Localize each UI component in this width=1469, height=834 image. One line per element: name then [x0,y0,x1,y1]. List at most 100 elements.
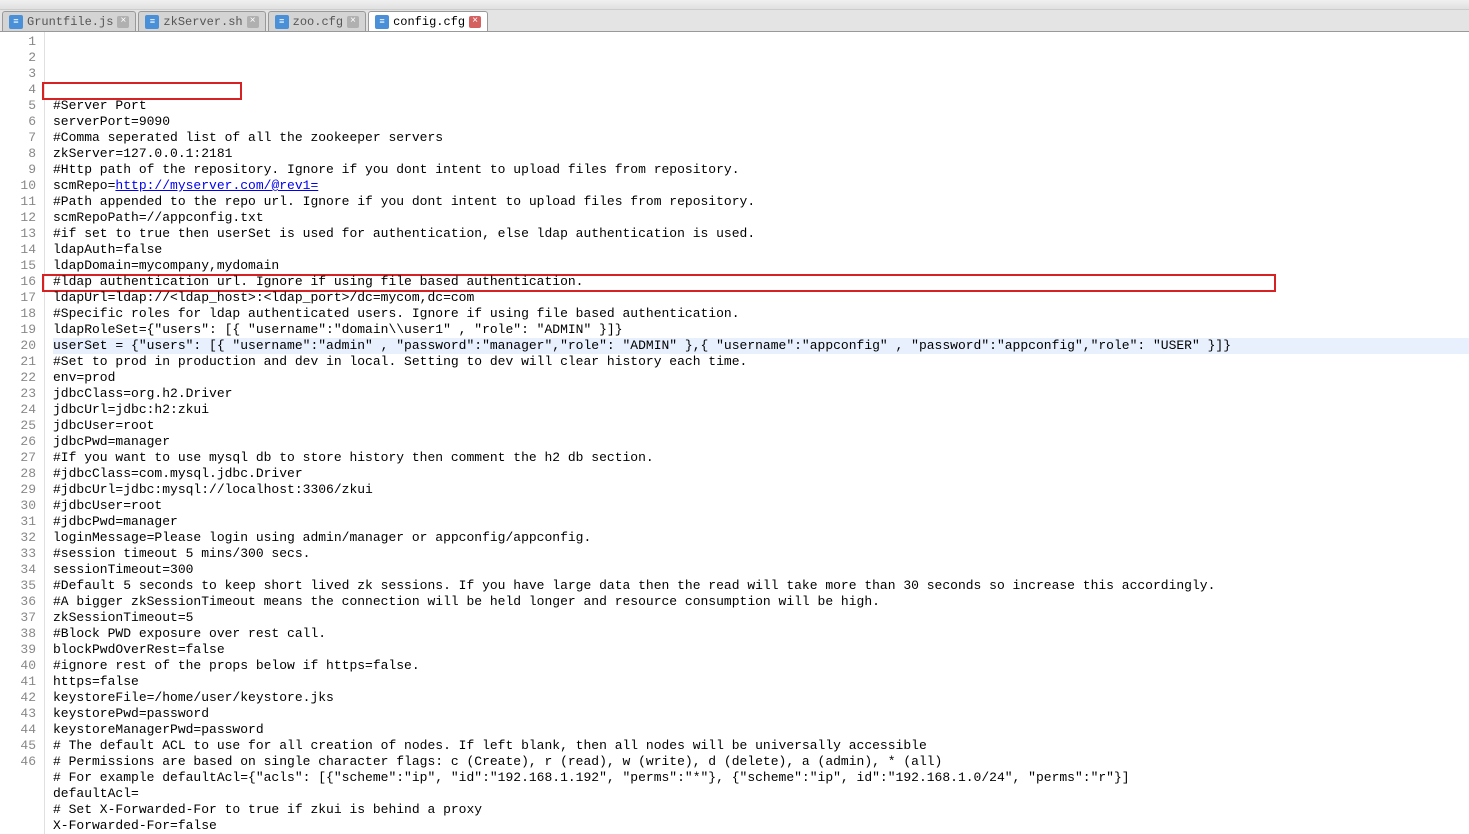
code-line[interactable]: https=false [53,674,1469,690]
line-number: 30 [0,498,36,514]
line-number: 46 [0,754,36,770]
toolbar [0,0,1469,10]
tab-zoo[interactable]: ≡ zoo.cfg × [268,11,366,31]
line-number-gutter: 1234567891011121314151617181920212223242… [0,32,45,834]
code-line[interactable]: ldapAuth=false [53,242,1469,258]
code-line[interactable]: jdbcClass=org.h2.Driver [53,386,1469,402]
code-line[interactable]: loginMessage=Please login using admin/ma… [53,530,1469,546]
close-icon[interactable]: × [247,16,259,28]
code-line[interactable]: userSet = {"users": [{ "username":"admin… [53,338,1469,354]
line-number: 18 [0,306,36,322]
code-line[interactable]: #jdbcPwd=manager [53,514,1469,530]
code-line[interactable]: X-Forwarded-For=false [53,818,1469,834]
tab-gruntfile[interactable]: ≡ Gruntfile.js × [2,11,136,31]
code-line[interactable]: #Path appended to the repo url. Ignore i… [53,194,1469,210]
line-number: 12 [0,210,36,226]
code-line[interactable]: jdbcUser=root [53,418,1469,434]
line-number: 23 [0,386,36,402]
line-number: 39 [0,642,36,658]
code-area[interactable]: #Server PortserverPort=9090#Comma sepera… [45,32,1469,834]
code-line[interactable]: #jdbcUrl=jdbc:mysql://localhost:3306/zku… [53,482,1469,498]
line-number: 15 [0,258,36,274]
line-number: 33 [0,546,36,562]
code-line[interactable]: #ignore rest of the props below if https… [53,658,1469,674]
line-number: 11 [0,194,36,210]
code-line[interactable]: #jdbcClass=com.mysql.jdbc.Driver [53,466,1469,482]
line-number: 28 [0,466,36,482]
line-number: 43 [0,706,36,722]
line-number: 16 [0,274,36,290]
code-line[interactable]: #ldap authentication url. Ignore if usin… [53,274,1469,290]
code-line[interactable]: #Default 5 seconds to keep short lived z… [53,578,1469,594]
close-icon[interactable]: × [117,16,129,28]
code-line[interactable]: #Set to prod in production and dev in lo… [53,354,1469,370]
code-line[interactable]: #Specific roles for ldap authenticated u… [53,306,1469,322]
code-line[interactable]: jdbcUrl=jdbc:h2:zkui [53,402,1469,418]
code-line[interactable]: #Comma seperated list of all the zookeep… [53,130,1469,146]
line-number: 31 [0,514,36,530]
file-icon: ≡ [275,15,289,29]
code-line[interactable]: jdbcPwd=manager [53,434,1469,450]
line-number: 35 [0,578,36,594]
code-line[interactable]: #if set to true then userSet is used for… [53,226,1469,242]
file-icon: ≡ [375,15,389,29]
code-line[interactable]: ldapRoleSet={"users": [{ "username":"dom… [53,322,1469,338]
code-line[interactable]: zkServer=127.0.0.1:2181 [53,146,1469,162]
code-line[interactable]: # The default ACL to use for all creatio… [53,738,1469,754]
line-number: 8 [0,146,36,162]
line-number: 25 [0,418,36,434]
code-line[interactable]: #If you want to use mysql db to store hi… [53,450,1469,466]
file-icon: ≡ [145,15,159,29]
tab-config[interactable]: ≡ config.cfg × [368,11,488,31]
editor-area: 1234567891011121314151617181920212223242… [0,32,1469,834]
line-number: 40 [0,658,36,674]
line-number: 1 [0,34,36,50]
line-number: 21 [0,354,36,370]
code-line[interactable]: #A bigger zkSessionTimeout means the con… [53,594,1469,610]
line-number: 24 [0,402,36,418]
line-number: 32 [0,530,36,546]
line-number: 26 [0,434,36,450]
line-number: 9 [0,162,36,178]
code-line[interactable]: zkSessionTimeout=5 [53,610,1469,626]
code-line[interactable]: scmRepoPath=//appconfig.txt [53,210,1469,226]
line-number: 29 [0,482,36,498]
line-number: 3 [0,66,36,82]
file-icon: ≡ [9,15,23,29]
line-number: 34 [0,562,36,578]
line-number: 27 [0,450,36,466]
tab-label: zoo.cfg [293,15,343,29]
tab-bar: ≡ Gruntfile.js × ≡ zkServer.sh × ≡ zoo.c… [0,10,1469,32]
code-line[interactable]: # Permissions are based on single charac… [53,754,1469,770]
code-line[interactable]: sessionTimeout=300 [53,562,1469,578]
tab-zkserver[interactable]: ≡ zkServer.sh × [138,11,265,31]
code-line[interactable]: # Set X-Forwarded-For to true if zkui is… [53,802,1469,818]
line-number: 13 [0,226,36,242]
code-line[interactable]: ldapUrl=ldap://<ldap_host>:<ldap_port>/d… [53,290,1469,306]
code-line[interactable]: #session timeout 5 mins/300 secs. [53,546,1469,562]
code-line[interactable]: env=prod [53,370,1469,386]
line-number: 36 [0,594,36,610]
code-line[interactable]: ldapDomain=mycompany,mydomain [53,258,1469,274]
code-line[interactable]: serverPort=9090 [53,114,1469,130]
line-number: 7 [0,130,36,146]
line-number: 20 [0,338,36,354]
line-number: 4 [0,82,36,98]
code-line[interactable]: #Server Port [53,98,1469,114]
code-line[interactable]: #Http path of the repository. Ignore if … [53,162,1469,178]
code-line[interactable]: keystoreFile=/home/user/keystore.jks [53,690,1469,706]
code-line[interactable]: keystoreManagerPwd=password [53,722,1469,738]
code-line[interactable]: #Block PWD exposure over rest call. [53,626,1469,642]
code-line[interactable]: keystorePwd=password [53,706,1469,722]
line-number: 2 [0,50,36,66]
code-line[interactable]: defaultAcl= [53,786,1469,802]
code-line[interactable]: #jdbcUser=root [53,498,1469,514]
line-number: 41 [0,674,36,690]
code-line[interactable]: scmRepo=http://myserver.com/@rev1= [53,178,1469,194]
line-number: 6 [0,114,36,130]
close-icon[interactable]: × [469,16,481,28]
close-icon[interactable]: × [347,16,359,28]
line-number: 42 [0,690,36,706]
tab-label: Gruntfile.js [27,15,113,29]
code-line[interactable]: blockPwdOverRest=false [53,642,1469,658]
